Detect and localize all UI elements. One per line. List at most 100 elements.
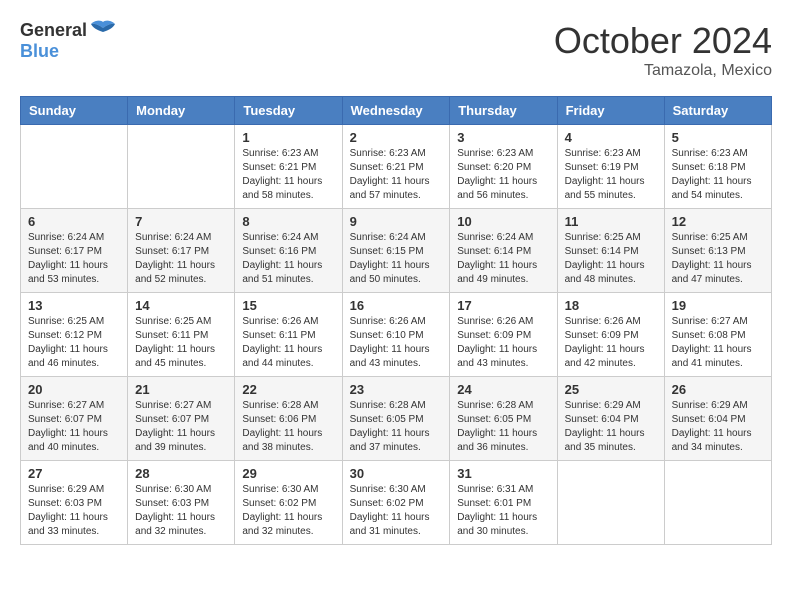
calendar-day-cell: 16 Sunrise: 6:26 AMSunset: 6:10 PMDaylig…	[342, 293, 450, 377]
month-title: October 2024	[554, 20, 772, 62]
title-section: October 2024 Tamazola, Mexico	[554, 20, 772, 80]
day-info: Sunrise: 6:25 AMSunset: 6:11 PMDaylight:…	[135, 315, 227, 371]
calendar-day-cell: 7 Sunrise: 6:24 AMSunset: 6:17 PMDayligh…	[128, 209, 235, 293]
day-info: Sunrise: 6:30 AMSunset: 6:02 PMDaylight:…	[242, 483, 334, 539]
page-header: General Blue October 2024 Tamazola, Mexi…	[20, 20, 772, 80]
day-info: Sunrise: 6:23 AMSunset: 6:19 PMDaylight:…	[565, 147, 657, 203]
calendar-day-cell: 31 Sunrise: 6:31 AMSunset: 6:01 PMDaylig…	[450, 461, 557, 545]
day-info: Sunrise: 6:23 AMSunset: 6:21 PMDaylight:…	[350, 147, 443, 203]
calendar-day-cell: 25 Sunrise: 6:29 AMSunset: 6:04 PMDaylig…	[557, 377, 664, 461]
calendar-day-cell: 9 Sunrise: 6:24 AMSunset: 6:15 PMDayligh…	[342, 209, 450, 293]
day-number: 20	[28, 382, 120, 397]
calendar-day-cell: 21 Sunrise: 6:27 AMSunset: 6:07 PMDaylig…	[128, 377, 235, 461]
calendar-day-cell: 4 Sunrise: 6:23 AMSunset: 6:19 PMDayligh…	[557, 125, 664, 209]
calendar-day-cell: 24 Sunrise: 6:28 AMSunset: 6:05 PMDaylig…	[450, 377, 557, 461]
day-number: 24	[457, 382, 549, 397]
logo-text-blue: Blue	[20, 42, 59, 62]
calendar-day-cell: 1 Sunrise: 6:23 AMSunset: 6:21 PMDayligh…	[235, 125, 342, 209]
calendar-day-cell: 3 Sunrise: 6:23 AMSunset: 6:20 PMDayligh…	[450, 125, 557, 209]
calendar-day-cell: 28 Sunrise: 6:30 AMSunset: 6:03 PMDaylig…	[128, 461, 235, 545]
day-number: 31	[457, 466, 549, 481]
weekday-header: Sunday	[21, 97, 128, 125]
day-info: Sunrise: 6:30 AMSunset: 6:02 PMDaylight:…	[350, 483, 443, 539]
calendar-day-cell	[21, 125, 128, 209]
day-info: Sunrise: 6:23 AMSunset: 6:21 PMDaylight:…	[242, 147, 334, 203]
day-number: 21	[135, 382, 227, 397]
day-number: 19	[672, 298, 764, 313]
calendar-day-cell: 22 Sunrise: 6:28 AMSunset: 6:06 PMDaylig…	[235, 377, 342, 461]
day-number: 7	[135, 214, 227, 229]
calendar-day-cell: 19 Sunrise: 6:27 AMSunset: 6:08 PMDaylig…	[664, 293, 771, 377]
day-info: Sunrise: 6:26 AMSunset: 6:11 PMDaylight:…	[242, 315, 334, 371]
day-info: Sunrise: 6:28 AMSunset: 6:05 PMDaylight:…	[350, 399, 443, 455]
day-info: Sunrise: 6:27 AMSunset: 6:07 PMDaylight:…	[28, 399, 120, 455]
calendar-week-row: 20 Sunrise: 6:27 AMSunset: 6:07 PMDaylig…	[21, 377, 772, 461]
calendar-day-cell: 27 Sunrise: 6:29 AMSunset: 6:03 PMDaylig…	[21, 461, 128, 545]
day-info: Sunrise: 6:28 AMSunset: 6:06 PMDaylight:…	[242, 399, 334, 455]
calendar-header-row: SundayMondayTuesdayWednesdayThursdayFrid…	[21, 97, 772, 125]
day-info: Sunrise: 6:24 AMSunset: 6:17 PMDaylight:…	[135, 231, 227, 287]
calendar-day-cell	[664, 461, 771, 545]
calendar-day-cell	[557, 461, 664, 545]
day-number: 5	[672, 130, 764, 145]
calendar-day-cell	[128, 125, 235, 209]
day-info: Sunrise: 6:29 AMSunset: 6:04 PMDaylight:…	[672, 399, 764, 455]
calendar-day-cell: 13 Sunrise: 6:25 AMSunset: 6:12 PMDaylig…	[21, 293, 128, 377]
calendar-week-row: 27 Sunrise: 6:29 AMSunset: 6:03 PMDaylig…	[21, 461, 772, 545]
weekday-header: Saturday	[664, 97, 771, 125]
day-info: Sunrise: 6:24 AMSunset: 6:14 PMDaylight:…	[457, 231, 549, 287]
day-info: Sunrise: 6:25 AMSunset: 6:14 PMDaylight:…	[565, 231, 657, 287]
day-number: 26	[672, 382, 764, 397]
day-info: Sunrise: 6:29 AMSunset: 6:03 PMDaylight:…	[28, 483, 120, 539]
day-number: 6	[28, 214, 120, 229]
calendar-day-cell: 30 Sunrise: 6:30 AMSunset: 6:02 PMDaylig…	[342, 461, 450, 545]
calendar-day-cell: 29 Sunrise: 6:30 AMSunset: 6:02 PMDaylig…	[235, 461, 342, 545]
day-info: Sunrise: 6:30 AMSunset: 6:03 PMDaylight:…	[135, 483, 227, 539]
day-number: 3	[457, 130, 549, 145]
day-info: Sunrise: 6:26 AMSunset: 6:10 PMDaylight:…	[350, 315, 443, 371]
day-info: Sunrise: 6:31 AMSunset: 6:01 PMDaylight:…	[457, 483, 549, 539]
day-number: 13	[28, 298, 120, 313]
calendar-day-cell: 18 Sunrise: 6:26 AMSunset: 6:09 PMDaylig…	[557, 293, 664, 377]
day-info: Sunrise: 6:26 AMSunset: 6:09 PMDaylight:…	[565, 315, 657, 371]
day-number: 14	[135, 298, 227, 313]
day-info: Sunrise: 6:27 AMSunset: 6:08 PMDaylight:…	[672, 315, 764, 371]
calendar-day-cell: 11 Sunrise: 6:25 AMSunset: 6:14 PMDaylig…	[557, 209, 664, 293]
calendar-week-row: 6 Sunrise: 6:24 AMSunset: 6:17 PMDayligh…	[21, 209, 772, 293]
day-number: 18	[565, 298, 657, 313]
day-number: 16	[350, 298, 443, 313]
day-number: 25	[565, 382, 657, 397]
day-info: Sunrise: 6:23 AMSunset: 6:20 PMDaylight:…	[457, 147, 549, 203]
day-number: 27	[28, 466, 120, 481]
calendar-table: SundayMondayTuesdayWednesdayThursdayFrid…	[20, 96, 772, 545]
calendar-day-cell: 10 Sunrise: 6:24 AMSunset: 6:14 PMDaylig…	[450, 209, 557, 293]
day-info: Sunrise: 6:25 AMSunset: 6:13 PMDaylight:…	[672, 231, 764, 287]
day-info: Sunrise: 6:27 AMSunset: 6:07 PMDaylight:…	[135, 399, 227, 455]
logo-text-general: General	[20, 21, 87, 41]
weekday-header: Monday	[128, 97, 235, 125]
day-number: 1	[242, 130, 334, 145]
calendar-day-cell: 8 Sunrise: 6:24 AMSunset: 6:16 PMDayligh…	[235, 209, 342, 293]
day-number: 8	[242, 214, 334, 229]
weekday-header: Thursday	[450, 97, 557, 125]
calendar-day-cell: 14 Sunrise: 6:25 AMSunset: 6:11 PMDaylig…	[128, 293, 235, 377]
day-info: Sunrise: 6:26 AMSunset: 6:09 PMDaylight:…	[457, 315, 549, 371]
calendar-day-cell: 6 Sunrise: 6:24 AMSunset: 6:17 PMDayligh…	[21, 209, 128, 293]
weekday-header: Tuesday	[235, 97, 342, 125]
day-number: 2	[350, 130, 443, 145]
day-info: Sunrise: 6:23 AMSunset: 6:18 PMDaylight:…	[672, 147, 764, 203]
day-number: 15	[242, 298, 334, 313]
day-number: 23	[350, 382, 443, 397]
day-info: Sunrise: 6:25 AMSunset: 6:12 PMDaylight:…	[28, 315, 120, 371]
day-number: 29	[242, 466, 334, 481]
day-number: 12	[672, 214, 764, 229]
logo: General Blue	[20, 20, 117, 62]
day-number: 17	[457, 298, 549, 313]
calendar-day-cell: 12 Sunrise: 6:25 AMSunset: 6:13 PMDaylig…	[664, 209, 771, 293]
day-number: 4	[565, 130, 657, 145]
weekday-header: Wednesday	[342, 97, 450, 125]
calendar-day-cell: 26 Sunrise: 6:29 AMSunset: 6:04 PMDaylig…	[664, 377, 771, 461]
day-number: 10	[457, 214, 549, 229]
day-number: 22	[242, 382, 334, 397]
weekday-header: Friday	[557, 97, 664, 125]
